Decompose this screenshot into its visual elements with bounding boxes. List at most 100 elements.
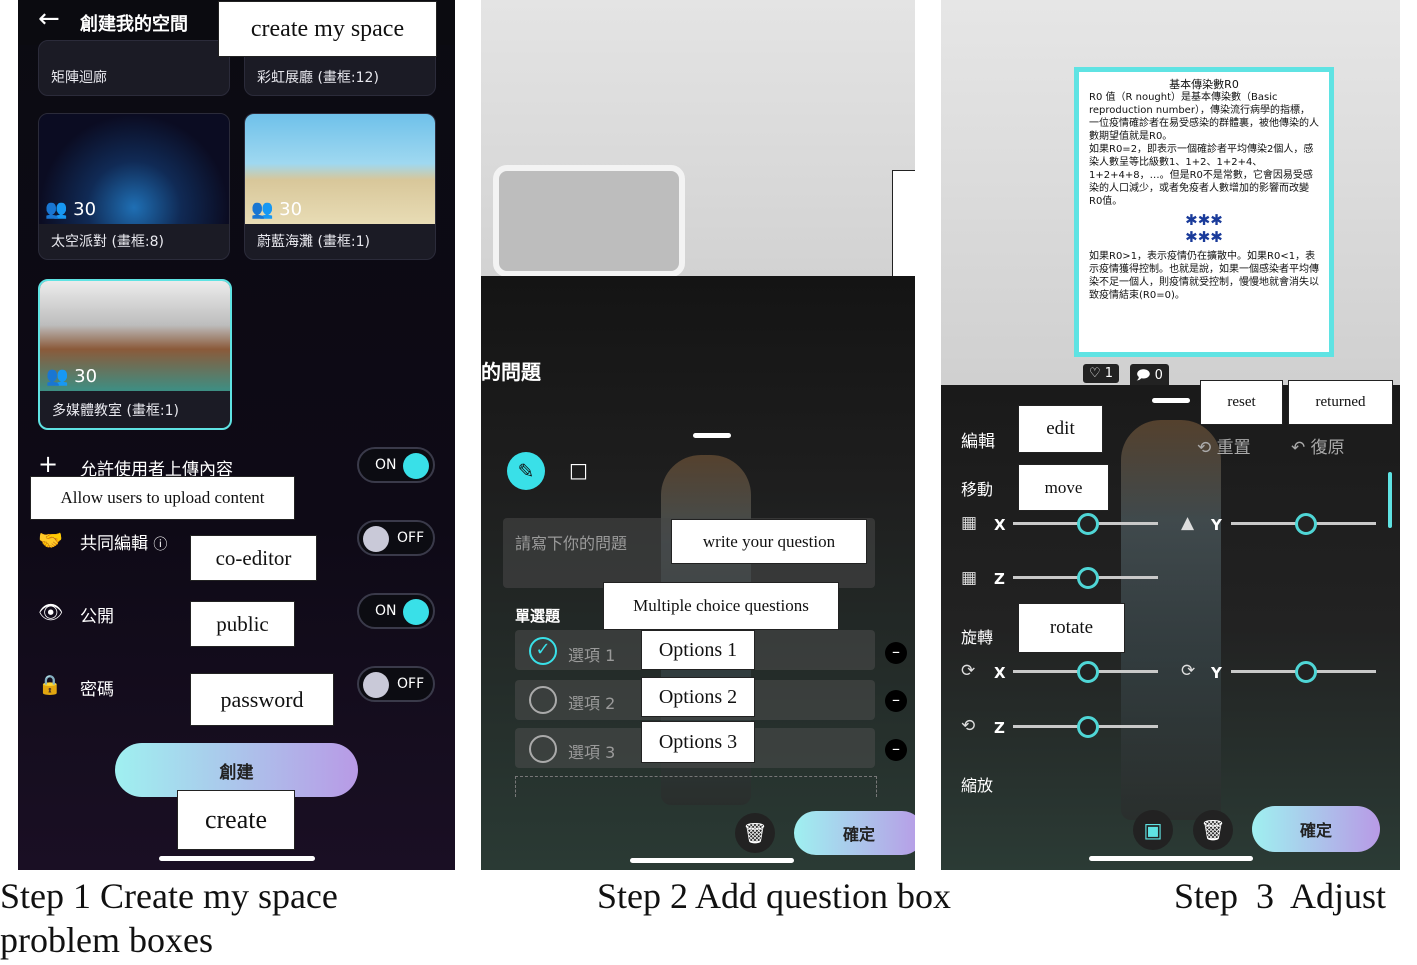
slider-handle[interactable]: [1295, 661, 1317, 683]
annotation-allow-upload: Allow users to upload content: [30, 476, 295, 520]
annotation-reset: reset: [1200, 380, 1283, 425]
step3-screen: 基本傳染數R0 R0 值（R nought）是基本傳染數（Basic repro…: [941, 0, 1400, 870]
poster-edge: [892, 170, 915, 277]
axis-label: Y: [1211, 664, 1222, 682]
move-x-icon: ▦: [961, 513, 978, 533]
home-indicator: [159, 856, 315, 861]
option-label: 選項 3: [568, 743, 616, 762]
caption-step3: Step 3 Adjust: [1174, 876, 1387, 916]
room-name: 蔚藍海灘 (畫框:1): [257, 234, 370, 250]
axis-label: Z: [994, 570, 1005, 588]
info-icon[interactable]: ⓘ: [153, 537, 167, 553]
scale-label: 縮放: [961, 776, 994, 795]
toggle-knob: [363, 672, 389, 698]
reset-icon: ⟲: [1197, 438, 1212, 458]
back-arrow-icon[interactable]: ←: [38, 4, 60, 34]
slider-handle[interactable]: [1077, 661, 1099, 683]
annotation-move: move: [1018, 464, 1109, 511]
home-indicator: [1089, 856, 1253, 861]
create-button[interactable]: 創建: [115, 743, 358, 797]
move-z-icon: ▦: [961, 568, 978, 588]
transform-icon[interactable]: □: [569, 458, 588, 482]
room-name: 彩虹展廳 (畫框:12): [257, 70, 379, 86]
annotation-option-2: Options 2: [641, 677, 755, 717]
slider-handle[interactable]: [1295, 513, 1317, 535]
drag-handle[interactable]: [693, 433, 731, 438]
drag-handle[interactable]: [1152, 398, 1190, 403]
annotation-public: public: [190, 601, 295, 647]
axis-label: Y: [1211, 516, 1222, 534]
add-option-row[interactable]: [515, 776, 877, 797]
rotate-label: 旋轉: [961, 628, 994, 647]
visitor-count: 👥 30: [251, 199, 303, 220]
public-toggle[interactable]: ON: [357, 593, 435, 629]
question-placeholder: 請寫下你的問題: [515, 534, 628, 553]
board-paragraph: 如果R0=2，即表示一個確診者平均傳染2個人，感染人數呈等比級數1、1+2、1+…: [1089, 144, 1314, 207]
home-indicator: [630, 858, 794, 863]
reset-button[interactable]: ⟲ 重置: [1197, 433, 1251, 458]
room-card-multimedia-classroom[interactable]: 👥 30 多媒體教室 (畫框:1): [38, 279, 232, 430]
annotation-multiple-choice: Multiple choice questions: [603, 582, 839, 630]
edit-pen-icon[interactable]: ✎: [507, 452, 545, 490]
board-paragraph: 如果R0>1，表示疫情仍在擴散中。如果R0<1，表示疫情獲得控制。也就是說，如果…: [1089, 251, 1319, 301]
slider-handle[interactable]: [1077, 716, 1099, 738]
slider-handle[interactable]: [1077, 567, 1099, 589]
edit-label: 編輯: [961, 432, 995, 452]
visitor-count: 👥 30: [46, 366, 98, 387]
scroll-bar[interactable]: [1388, 472, 1392, 528]
page-title: 創建我的空間: [80, 14, 188, 35]
annotation-returned: returned: [1288, 380, 1393, 425]
board-title: 基本傳染數R0: [1169, 78, 1239, 91]
transmission-diagram: ✱✱✱ ✱✱✱: [1185, 211, 1223, 246]
confirm-button[interactable]: 確定: [1252, 806, 1380, 852]
info-board[interactable]: 基本傳染數R0 R0 值（R nought）是基本傳染數（Basic repro…: [1074, 67, 1334, 357]
slider-handle[interactable]: [1077, 513, 1099, 535]
axis-label: X: [994, 516, 1006, 534]
room-name: 多媒體教室 (畫框:1): [52, 403, 179, 419]
trash-icon[interactable]: 🗑: [735, 813, 775, 853]
rotate-y-icon: ⟳: [1181, 661, 1196, 681]
like-count[interactable]: ♡ 1: [1083, 364, 1120, 383]
eye-icon: 👁: [38, 600, 64, 624]
room-name: 矩陣迴廊: [51, 70, 107, 86]
room-card-beach[interactable]: 👥 30 蔚藍海灘 (畫框:1): [244, 113, 436, 260]
visitor-count: 👥 30: [45, 199, 97, 220]
public-label: 公開: [80, 607, 114, 627]
caption-step2: Step 2 Add question box: [597, 876, 952, 916]
toggle-knob: [403, 599, 429, 625]
checked-radio-icon[interactable]: ✓: [529, 637, 557, 665]
restore-button[interactable]: ↶ 復原: [1291, 433, 1345, 458]
rotate-z-icon: ⟲: [961, 716, 976, 736]
trash-icon[interactable]: 🗑: [1193, 810, 1233, 850]
annotation-write-question: write your question: [671, 519, 867, 564]
password-toggle[interactable]: OFF: [357, 666, 435, 702]
room-card-matrix[interactable]: 矩陣迴廊: [38, 40, 230, 96]
toggle-knob: [403, 453, 429, 479]
radio-icon[interactable]: [529, 686, 557, 714]
annotation-option-3: Options 3: [641, 721, 755, 763]
annotation-password: password: [190, 673, 334, 726]
coeditor-toggle[interactable]: OFF: [357, 520, 435, 556]
remove-option-icon[interactable]: –: [885, 690, 907, 712]
move-y-icon: ▲: [1181, 513, 1195, 533]
remove-option-icon[interactable]: –: [885, 642, 907, 664]
single-choice-label: 單選題: [515, 607, 561, 625]
avatar-figure: [1121, 420, 1221, 820]
radio-icon[interactable]: [529, 735, 557, 763]
handshake-icon: 🤝: [38, 528, 63, 552]
frame-icon[interactable]: ▣: [1133, 810, 1173, 850]
toggle-knob: [363, 526, 389, 552]
remove-option-icon[interactable]: –: [885, 739, 907, 761]
allow-upload-toggle[interactable]: ON: [357, 447, 435, 483]
confirm-button[interactable]: 確定: [794, 811, 915, 855]
annotation-create-my-space: create my space: [218, 1, 437, 57]
room-card-space-party[interactable]: 👥 30 太空派對 (畫框:8): [38, 113, 230, 260]
plus-icon: +: [38, 450, 59, 478]
annotation-option-1: Options 1: [641, 630, 755, 670]
annotation-edit: edit: [1018, 405, 1103, 453]
step1-screen: ← 創建我的空間 矩陣迴廊 彩虹展廳 (畫框:12) 👥 30 太空派對 (畫框…: [18, 0, 455, 870]
rotate-x-icon: ⟳: [961, 661, 976, 681]
axis-label: X: [994, 664, 1006, 682]
option-label: 選項 1: [568, 646, 616, 665]
annotation-rotate: rotate: [1018, 603, 1125, 653]
